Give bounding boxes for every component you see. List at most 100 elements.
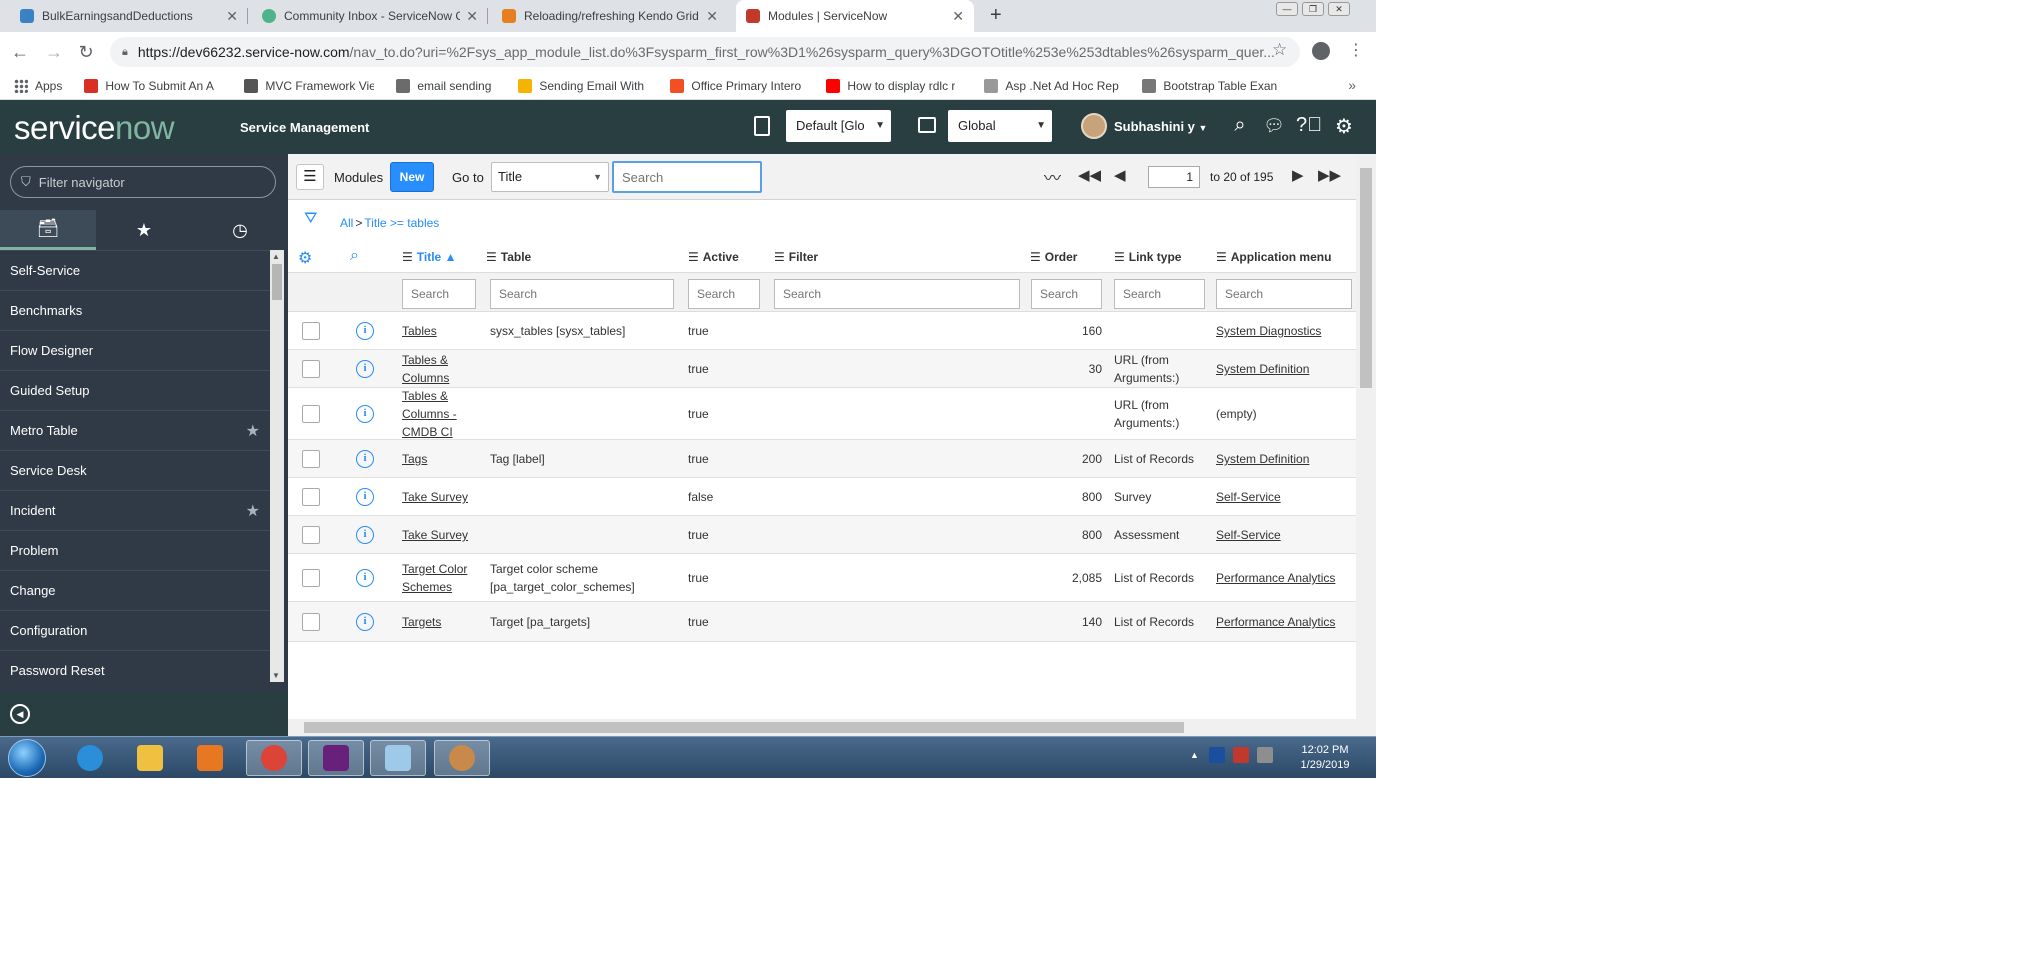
active-search-input[interactable] [688,279,760,309]
row-checkbox[interactable] [302,405,320,423]
bookmark-item[interactable]: How To Submit An A [84,78,222,93]
close-icon[interactable]: ✕ [952,8,964,25]
breadcrumb-filter[interactable]: Title >= tables [364,216,439,230]
new-button[interactable]: New [390,162,434,192]
list-settings-gear-icon[interactable]: ⚙ [298,248,312,268]
navigator-item-problem[interactable]: Problem [0,530,270,570]
gear-icon[interactable]: ⚙ [1332,114,1356,139]
title-cell[interactable]: Take Survey [402,526,482,544]
connect-chat-icon[interactable]: 💬︎ [1262,116,1286,136]
info-icon[interactable]: i [356,405,374,423]
user-menu[interactable]: Subhashini y ▼ [1114,119,1207,134]
order-search-input[interactable] [1031,279,1102,309]
column-header-order[interactable]: ☰ Order [1030,250,1077,264]
application-menu-cell[interactable]: Performance Analytics [1216,569,1356,587]
scrollbar-thumb[interactable] [272,264,282,300]
column-header-filter[interactable]: ☰ Filter [774,250,818,264]
table-row[interactable]: i Tables sysx_tables [sysx_tables] true 160 S… [288,312,1356,350]
language-flag-icon[interactable] [1208,747,1225,763]
minimize-window-icon[interactable]: — [1276,2,1298,16]
scope-select[interactable]: Global ▼ [948,110,1052,142]
application-menu-search-input[interactable] [1216,279,1352,309]
taskbar-app-internet-explorer[interactable] [62,740,118,776]
search-icon[interactable]: ⌕ [1228,114,1252,137]
application-menu-cell[interactable]: System Diagnostics [1216,322,1356,340]
navigator-item-incident[interactable]: Incident ★ [0,490,270,530]
title-cell[interactable]: Take Survey [402,488,482,506]
favorite-star-icon[interactable]: ★ [246,421,260,441]
bookmark-item[interactable]: email sending [396,78,496,93]
navigator-item-flow-designer[interactable]: Flow Designer [0,330,270,370]
next-page-icon[interactable]: ▶ [1292,166,1304,184]
taskbar-app-file-explorer[interactable] [122,740,178,776]
info-icon[interactable]: i [356,569,374,587]
column-header-title[interactable]: ☰ Title ▲ [402,250,456,264]
row-checkbox[interactable] [302,322,320,340]
column-header-link-type[interactable]: ☰ Link type [1114,250,1181,264]
title-cell[interactable]: Tables & Columns [402,351,482,387]
column-menu-icon[interactable]: ☰ [688,250,699,264]
navigator-item-service-desk[interactable]: Service Desk [0,450,270,490]
show-hidden-icons-icon[interactable]: ▲ [1190,750,1199,760]
browser-menu-icon[interactable]: ⋮ [1348,40,1364,60]
column-menu-icon[interactable]: ☰ [402,250,413,264]
info-icon[interactable]: i [356,488,374,506]
tab-favorites[interactable]: ★ [96,210,192,250]
reload-icon[interactable]: ↻ [76,42,96,63]
row-checkbox[interactable] [302,450,320,468]
scrollbar-thumb[interactable] [1360,168,1372,388]
restore-window-icon[interactable]: ❐ [1302,2,1324,16]
navigator-item-password-reset[interactable]: Password Reset [0,650,270,682]
close-icon[interactable]: ✕ [466,8,478,25]
avatar[interactable] [1081,113,1107,139]
title-cell[interactable]: Tables [402,322,482,340]
volume-muted-icon[interactable] [1256,747,1273,763]
funnel-icon[interactable]: ⛛ [304,210,317,228]
title-cell[interactable]: Tables & Columns - CMDB CI [402,387,482,441]
goto-search-input[interactable] [612,161,762,193]
title-search-input[interactable] [402,279,476,309]
table-row[interactable]: i Take Survey true 800 Assessment Self-Servic… [288,516,1356,554]
link-type-search-input[interactable] [1114,279,1205,309]
application-menu-cell[interactable]: Performance Analytics [1216,613,1356,631]
network-icon[interactable] [1232,747,1249,763]
navigator-item-metro-table[interactable]: Metro Table ★ [0,410,270,450]
bookmarks-overflow-button[interactable]: » [1348,77,1356,93]
page-number-input[interactable]: 1 [1148,166,1200,188]
application-menu-cell[interactable]: Self-Service [1216,488,1356,506]
domain-select[interactable]: Default [Glo ▼ [786,110,891,142]
application-menu-cell[interactable]: Self-Service [1216,526,1356,544]
tab-modules-servicenow[interactable]: Modules | ServiceNow ✕ [736,0,974,32]
close-window-icon[interactable]: ✕ [1328,2,1350,16]
table-row[interactable]: i Targets Target [pa_targets] true 140 List o… [288,602,1356,642]
scrollbar-thumb[interactable] [304,722,1184,733]
scroll-up-arrow-icon[interactable]: ▲ [272,252,280,261]
info-icon[interactable]: i [356,322,374,340]
info-icon[interactable]: i [356,360,374,378]
table-row[interactable]: i Tags Tag [label] true 200 List of Records Sy… [288,440,1356,478]
previous-page-icon[interactable]: ◀ [1114,166,1126,184]
close-icon[interactable]: ✕ [226,8,238,25]
toggle-column-search-icon[interactable]: ⌕ [350,247,359,265]
tab-kendo-grid[interactable]: Reloading/refreshing Kendo Grid ✕ [492,0,728,32]
bookmark-item[interactable]: Office Primary Intero [670,78,804,93]
navigator-item-benchmarks[interactable]: Benchmarks [0,290,270,330]
help-icon[interactable]: ?⃝ [1296,114,1322,137]
column-menu-icon[interactable]: ☰ [774,250,785,264]
bookmark-item[interactable]: Sending Email With H [518,78,648,93]
tab-history[interactable]: ◷ [192,210,288,250]
tab-all-applications[interactable]: 🗃︎ [0,210,96,250]
table-row[interactable]: i Tables & Columns true 30 URL (from Arguments… [288,350,1356,388]
address-bar[interactable]: 🔒︎ https://dev66232.service-now.com/nav_… [110,37,1300,67]
navigator-item-configuration[interactable]: Configuration [0,610,270,650]
title-cell[interactable]: Target Color Schemes [402,560,482,596]
navigator-item-change[interactable]: Change [0,570,270,610]
windows-start-button[interactable] [8,739,46,777]
row-checkbox[interactable] [302,488,320,506]
taskbar-app-chrome[interactable] [246,740,302,776]
filter-search-input[interactable] [774,279,1020,309]
activity-stream-icon[interactable]: 〰 [1044,164,1061,189]
table-row[interactable]: i Take Survey false 800 Survey Self-Service [288,478,1356,516]
application-scope-icon[interactable] [918,117,936,133]
taskbar-app-visual-studio[interactable] [308,740,364,776]
